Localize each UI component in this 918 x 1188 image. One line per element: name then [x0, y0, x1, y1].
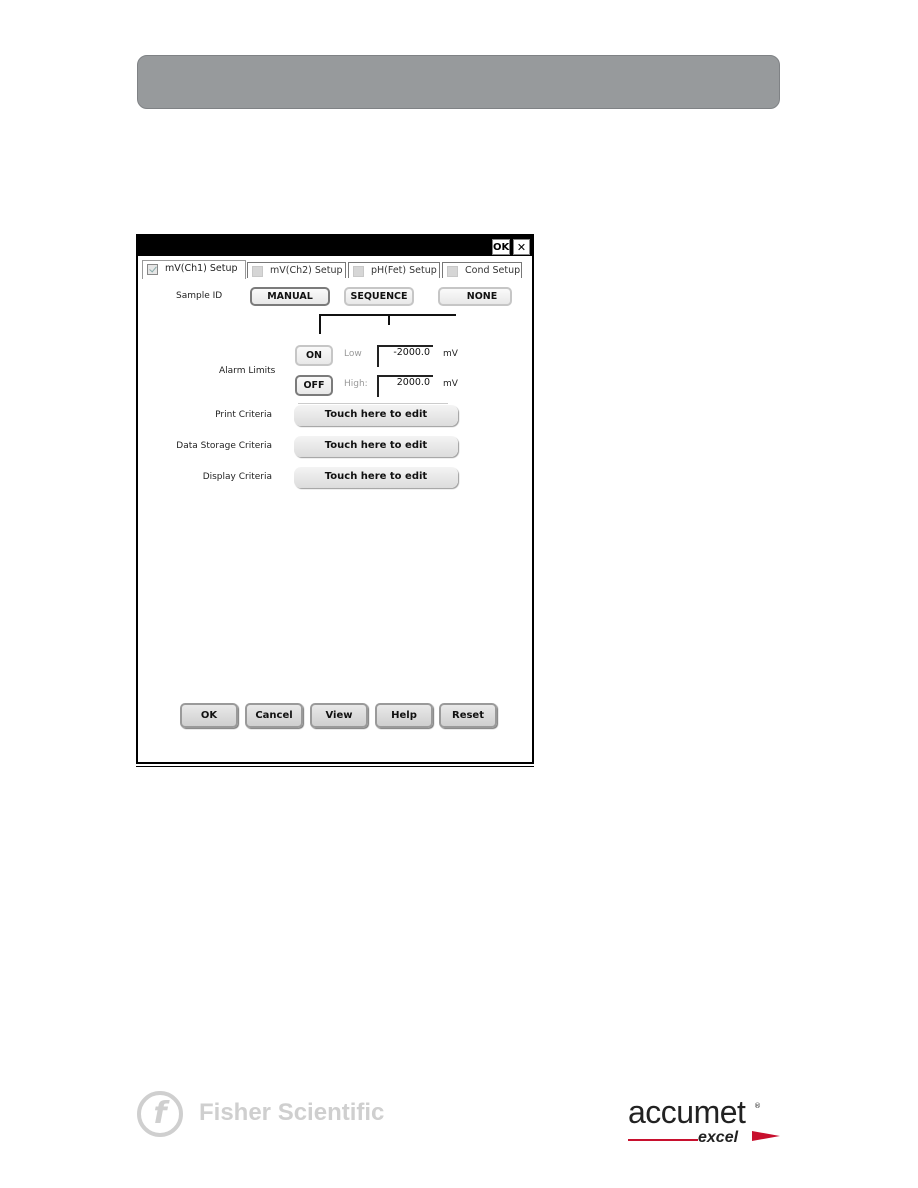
low-label: Low	[344, 349, 362, 359]
ok-button[interactable]: OK	[180, 703, 238, 728]
logo-red-line	[628, 1139, 698, 1141]
checkbox-icon	[147, 264, 158, 275]
accumet-excel-logo: accumet ® excel	[628, 1094, 788, 1148]
print-criteria-label: Print Criteria	[215, 410, 272, 420]
page-header-bar	[137, 55, 780, 109]
high-limit-input[interactable]: 2000.0	[377, 375, 433, 397]
high-unit-label: mV	[443, 379, 458, 389]
accumet-wordmark: accumet	[628, 1094, 746, 1130]
sample-id-sequence-button[interactable]: SEQUENCE	[344, 287, 414, 306]
tab-cond-setup[interactable]: Cond Setup	[442, 262, 522, 278]
print-criteria-edit-button[interactable]: Touch here to edit	[294, 405, 458, 426]
divider	[298, 403, 448, 404]
low-limit-input[interactable]: -2000.0	[377, 345, 433, 367]
checkbox-icon	[252, 266, 263, 277]
data-storage-criteria-label: Data Storage Criteria	[176, 441, 272, 451]
tab-ph-fet-setup[interactable]: pH(Fet) Setup	[348, 262, 440, 278]
alarm-on-button[interactable]: ON	[295, 345, 333, 366]
tab-mv-ch1-setup[interactable]: mV(Ch1) Setup	[142, 260, 246, 279]
titlebar-ok-button[interactable]: OK	[492, 239, 510, 255]
help-button[interactable]: Help	[375, 703, 433, 728]
checkbox-icon	[353, 266, 364, 277]
bracket-line	[388, 314, 390, 325]
display-criteria-edit-button[interactable]: Touch here to edit	[294, 467, 458, 488]
sample-id-manual-button[interactable]: MANUAL	[250, 287, 330, 306]
reset-button[interactable]: Reset	[439, 703, 497, 728]
tab-label: mV(Ch1) Setup	[165, 263, 238, 274]
checkbox-icon	[447, 266, 458, 277]
display-criteria-label: Display Criteria	[202, 472, 272, 482]
close-icon[interactable]: ✕	[513, 239, 530, 255]
tab-label: pH(Fet) Setup	[371, 265, 437, 276]
excel-wordmark: excel	[698, 1129, 739, 1146]
tab-strip: mV(Ch1) Setup mV(Ch2) Setup pH(Fet) Setu…	[140, 260, 532, 279]
cancel-button[interactable]: Cancel	[245, 703, 303, 728]
alarm-off-button[interactable]: OFF	[295, 375, 333, 396]
tab-label: mV(Ch2) Setup	[270, 265, 343, 276]
fisher-scientific-text: Fisher Scientific	[199, 1099, 385, 1126]
sample-id-none-button[interactable]: NONE	[438, 287, 512, 306]
sample-id-label: Sample ID	[176, 291, 223, 301]
bracket-line	[319, 314, 321, 334]
tab-mv-ch2-setup[interactable]: mV(Ch2) Setup	[247, 262, 346, 278]
fisher-f-icon: f	[137, 1091, 183, 1137]
alarm-limits-label: Alarm Limits	[219, 366, 276, 376]
data-storage-criteria-edit-button[interactable]: Touch here to edit	[294, 436, 458, 457]
titlebar: OK ✕	[138, 236, 532, 256]
low-unit-label: mV	[443, 349, 458, 359]
arrow-icon	[752, 1131, 780, 1141]
high-label: High:	[344, 379, 368, 389]
view-button[interactable]: View	[310, 703, 368, 728]
trademark-symbol: ®	[754, 1102, 761, 1110]
tab-label: Cond Setup	[465, 265, 521, 276]
